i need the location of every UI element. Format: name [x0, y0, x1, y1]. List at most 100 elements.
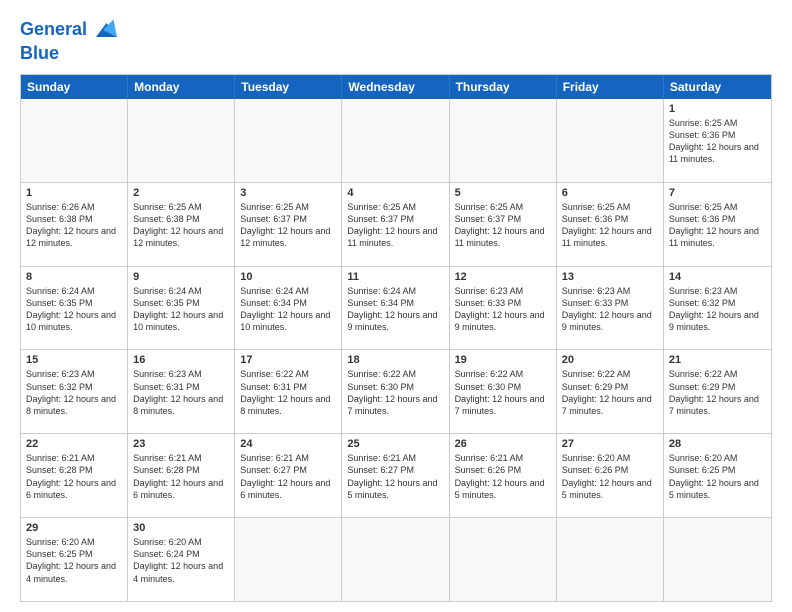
cell-info: Sunrise: 6:23 AM Sunset: 6:33 PM Dayligh… — [562, 285, 658, 334]
cell-info: Sunrise: 6:23 AM Sunset: 6:31 PM Dayligh… — [133, 368, 229, 417]
cell-info: Sunrise: 6:25 AM Sunset: 6:36 PM Dayligh… — [562, 201, 658, 250]
day-number: 20 — [562, 354, 658, 366]
cell-info: Sunrise: 6:20 AM Sunset: 6:25 PM Dayligh… — [669, 452, 766, 501]
day-number: 28 — [669, 438, 766, 450]
calendar-header: Sunday Monday Tuesday Wednesday Thursday… — [21, 75, 771, 99]
header-thursday: Thursday — [450, 75, 557, 99]
calendar-cell — [235, 99, 342, 182]
logo-icon — [89, 16, 117, 44]
calendar-cell: 13 Sunrise: 6:23 AM Sunset: 6:33 PM Dayl… — [557, 267, 664, 350]
logo-text: General — [20, 20, 87, 40]
day-number: 7 — [669, 187, 766, 199]
cell-info: Sunrise: 6:23 AM Sunset: 6:33 PM Dayligh… — [455, 285, 551, 334]
day-number: 18 — [347, 354, 443, 366]
calendar-cell: 26 Sunrise: 6:21 AM Sunset: 6:26 PM Dayl… — [450, 434, 557, 517]
header-tuesday: Tuesday — [235, 75, 342, 99]
calendar-cell: 6 Sunrise: 6:25 AM Sunset: 6:36 PM Dayli… — [557, 183, 664, 266]
day-number: 14 — [669, 271, 766, 283]
cell-info: Sunrise: 6:21 AM Sunset: 6:26 PM Dayligh… — [455, 452, 551, 501]
calendar-cell: 29 Sunrise: 6:20 AM Sunset: 6:25 PM Dayl… — [21, 518, 128, 601]
calendar-week-1: 1 Sunrise: 6:25 AM Sunset: 6:36 PM Dayli… — [21, 99, 771, 182]
calendar-cell: 19 Sunrise: 6:22 AM Sunset: 6:30 PM Dayl… — [450, 350, 557, 433]
calendar-cell: 12 Sunrise: 6:23 AM Sunset: 6:33 PM Dayl… — [450, 267, 557, 350]
day-number: 22 — [26, 438, 122, 450]
cell-info: Sunrise: 6:25 AM Sunset: 6:37 PM Dayligh… — [240, 201, 336, 250]
day-number: 25 — [347, 438, 443, 450]
calendar-week-4: 15 Sunrise: 6:23 AM Sunset: 6:32 PM Dayl… — [21, 349, 771, 433]
calendar-cell — [235, 518, 342, 601]
cell-info: Sunrise: 6:22 AM Sunset: 6:29 PM Dayligh… — [562, 368, 658, 417]
calendar-cell: 5 Sunrise: 6:25 AM Sunset: 6:37 PM Dayli… — [450, 183, 557, 266]
header: General Blue — [20, 16, 772, 64]
day-number: 5 — [455, 187, 551, 199]
cell-info: Sunrise: 6:24 AM Sunset: 6:35 PM Dayligh… — [26, 285, 122, 334]
header-sunday: Sunday — [21, 75, 128, 99]
cell-info: Sunrise: 6:21 AM Sunset: 6:28 PM Dayligh… — [26, 452, 122, 501]
day-number: 16 — [133, 354, 229, 366]
cell-info: Sunrise: 6:24 AM Sunset: 6:35 PM Dayligh… — [133, 285, 229, 334]
page: General Blue Sunday Monday Tuesday Wedne… — [0, 0, 792, 612]
calendar-cell: 27 Sunrise: 6:20 AM Sunset: 6:26 PM Dayl… — [557, 434, 664, 517]
calendar-body: 1 Sunrise: 6:25 AM Sunset: 6:36 PM Dayli… — [21, 99, 771, 601]
calendar-cell: 9 Sunrise: 6:24 AM Sunset: 6:35 PM Dayli… — [128, 267, 235, 350]
logo: General Blue — [20, 16, 117, 64]
calendar-cell: 1 Sunrise: 6:26 AM Sunset: 6:38 PM Dayli… — [21, 183, 128, 266]
day-number: 3 — [240, 187, 336, 199]
cell-info: Sunrise: 6:22 AM Sunset: 6:30 PM Dayligh… — [347, 368, 443, 417]
cell-info: Sunrise: 6:25 AM Sunset: 6:36 PM Dayligh… — [669, 117, 766, 166]
cell-info: Sunrise: 6:24 AM Sunset: 6:34 PM Dayligh… — [240, 285, 336, 334]
calendar-cell: 23 Sunrise: 6:21 AM Sunset: 6:28 PM Dayl… — [128, 434, 235, 517]
calendar-cell: 24 Sunrise: 6:21 AM Sunset: 6:27 PM Dayl… — [235, 434, 342, 517]
day-number: 9 — [133, 271, 229, 283]
calendar-cell: 21 Sunrise: 6:22 AM Sunset: 6:29 PM Dayl… — [664, 350, 771, 433]
calendar-week-5: 22 Sunrise: 6:21 AM Sunset: 6:28 PM Dayl… — [21, 433, 771, 517]
cell-info: Sunrise: 6:21 AM Sunset: 6:27 PM Dayligh… — [347, 452, 443, 501]
cell-info: Sunrise: 6:21 AM Sunset: 6:28 PM Dayligh… — [133, 452, 229, 501]
calendar-cell — [450, 99, 557, 182]
calendar: Sunday Monday Tuesday Wednesday Thursday… — [20, 74, 772, 602]
calendar-cell — [128, 99, 235, 182]
day-number: 26 — [455, 438, 551, 450]
day-number: 10 — [240, 271, 336, 283]
header-saturday: Saturday — [664, 75, 771, 99]
day-number: 1 — [669, 103, 766, 115]
cell-info: Sunrise: 6:22 AM Sunset: 6:29 PM Dayligh… — [669, 368, 766, 417]
cell-info: Sunrise: 6:25 AM Sunset: 6:37 PM Dayligh… — [455, 201, 551, 250]
calendar-cell: 3 Sunrise: 6:25 AM Sunset: 6:37 PM Dayli… — [235, 183, 342, 266]
cell-info: Sunrise: 6:25 AM Sunset: 6:36 PM Dayligh… — [669, 201, 766, 250]
day-number: 19 — [455, 354, 551, 366]
cell-info: Sunrise: 6:20 AM Sunset: 6:26 PM Dayligh… — [562, 452, 658, 501]
day-number: 12 — [455, 271, 551, 283]
calendar-cell — [21, 99, 128, 182]
header-wednesday: Wednesday — [342, 75, 449, 99]
calendar-cell — [557, 99, 664, 182]
calendar-cell — [342, 518, 449, 601]
day-number: 1 — [26, 187, 122, 199]
cell-info: Sunrise: 6:21 AM Sunset: 6:27 PM Dayligh… — [240, 452, 336, 501]
day-number: 24 — [240, 438, 336, 450]
day-number: 17 — [240, 354, 336, 366]
cell-info: Sunrise: 6:20 AM Sunset: 6:24 PM Dayligh… — [133, 536, 229, 585]
calendar-cell: 15 Sunrise: 6:23 AM Sunset: 6:32 PM Dayl… — [21, 350, 128, 433]
cell-info: Sunrise: 6:23 AM Sunset: 6:32 PM Dayligh… — [669, 285, 766, 334]
day-number: 4 — [347, 187, 443, 199]
calendar-cell: 28 Sunrise: 6:20 AM Sunset: 6:25 PM Dayl… — [664, 434, 771, 517]
calendar-cell — [450, 518, 557, 601]
calendar-cell: 14 Sunrise: 6:23 AM Sunset: 6:32 PM Dayl… — [664, 267, 771, 350]
day-number: 2 — [133, 187, 229, 199]
day-number: 11 — [347, 271, 443, 283]
cell-info: Sunrise: 6:26 AM Sunset: 6:38 PM Dayligh… — [26, 201, 122, 250]
cell-info: Sunrise: 6:22 AM Sunset: 6:31 PM Dayligh… — [240, 368, 336, 417]
logo-text-blue: Blue — [20, 44, 117, 64]
day-number: 23 — [133, 438, 229, 450]
calendar-cell: 30 Sunrise: 6:20 AM Sunset: 6:24 PM Dayl… — [128, 518, 235, 601]
day-number: 13 — [562, 271, 658, 283]
calendar-cell — [664, 518, 771, 601]
calendar-cell: 20 Sunrise: 6:22 AM Sunset: 6:29 PM Dayl… — [557, 350, 664, 433]
calendar-cell: 22 Sunrise: 6:21 AM Sunset: 6:28 PM Dayl… — [21, 434, 128, 517]
day-number: 6 — [562, 187, 658, 199]
day-number: 21 — [669, 354, 766, 366]
day-number: 29 — [26, 522, 122, 534]
calendar-cell — [342, 99, 449, 182]
header-monday: Monday — [128, 75, 235, 99]
